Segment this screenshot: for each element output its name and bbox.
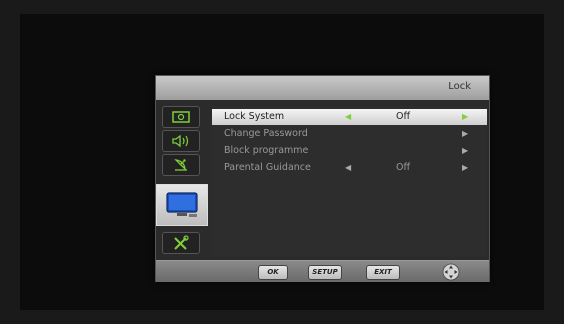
menu-item-parental-guidance[interactable]: Parental Guidance ◀ Off ▶ [212,160,487,176]
tab-setup[interactable] [162,232,200,254]
menu-item-label: Block programme [224,145,309,156]
menu-footer-bar: OK SETUP EXIT [156,260,489,282]
menu-title-bar: Lock [156,76,489,100]
setup-button[interactable]: SETUP [308,265,342,280]
menu-item-block-programme[interactable]: Block programme ▶ [212,143,487,159]
menu-item-value: Off [396,111,411,122]
menu-item-value: Off [396,162,411,173]
satellite-dish-icon [174,159,187,171]
menu-title: Lock [448,81,471,92]
tab-channel[interactable] [162,154,200,176]
arrow-right-icon[interactable]: ▶ [462,146,468,156]
menu-item-change-password[interactable]: Change Password ▶ [212,126,487,142]
exit-button[interactable]: EXIT [366,265,400,280]
arrow-right-icon[interactable]: ▶ [462,129,468,139]
category-tab-rail [156,100,208,260]
arrow-right-icon[interactable]: ▶ [462,163,468,173]
osd-menu-panel: Lock Lock System ◀ Off ▶ Change Password… [155,75,490,282]
ok-button[interactable]: OK [258,265,288,280]
picture-icon [172,111,190,123]
menu-item-lock-system[interactable]: Lock System ◀ Off ▶ [212,109,487,125]
arrow-left-icon[interactable]: ◀ [345,112,351,122]
menu-item-label: Lock System [224,111,285,122]
menu-content: Lock System ◀ Off ▶ Change Password ▶ Bl… [212,106,487,256]
direction-pad-icon [442,263,460,281]
tv-lock-icon [166,192,198,217]
tab-lock[interactable] [156,184,208,226]
sound-icon [172,134,189,148]
tab-picture[interactable] [162,106,200,128]
arrow-left-icon[interactable]: ◀ [345,163,351,173]
tv-screen: Lock Lock System ◀ Off ▶ Change Password… [20,14,544,310]
arrow-right-icon[interactable]: ▶ [462,112,468,122]
menu-item-label: Change Password [224,128,308,139]
menu-item-label: Parental Guidance [224,162,311,173]
tools-icon [174,235,189,250]
tab-sound[interactable] [162,130,200,152]
